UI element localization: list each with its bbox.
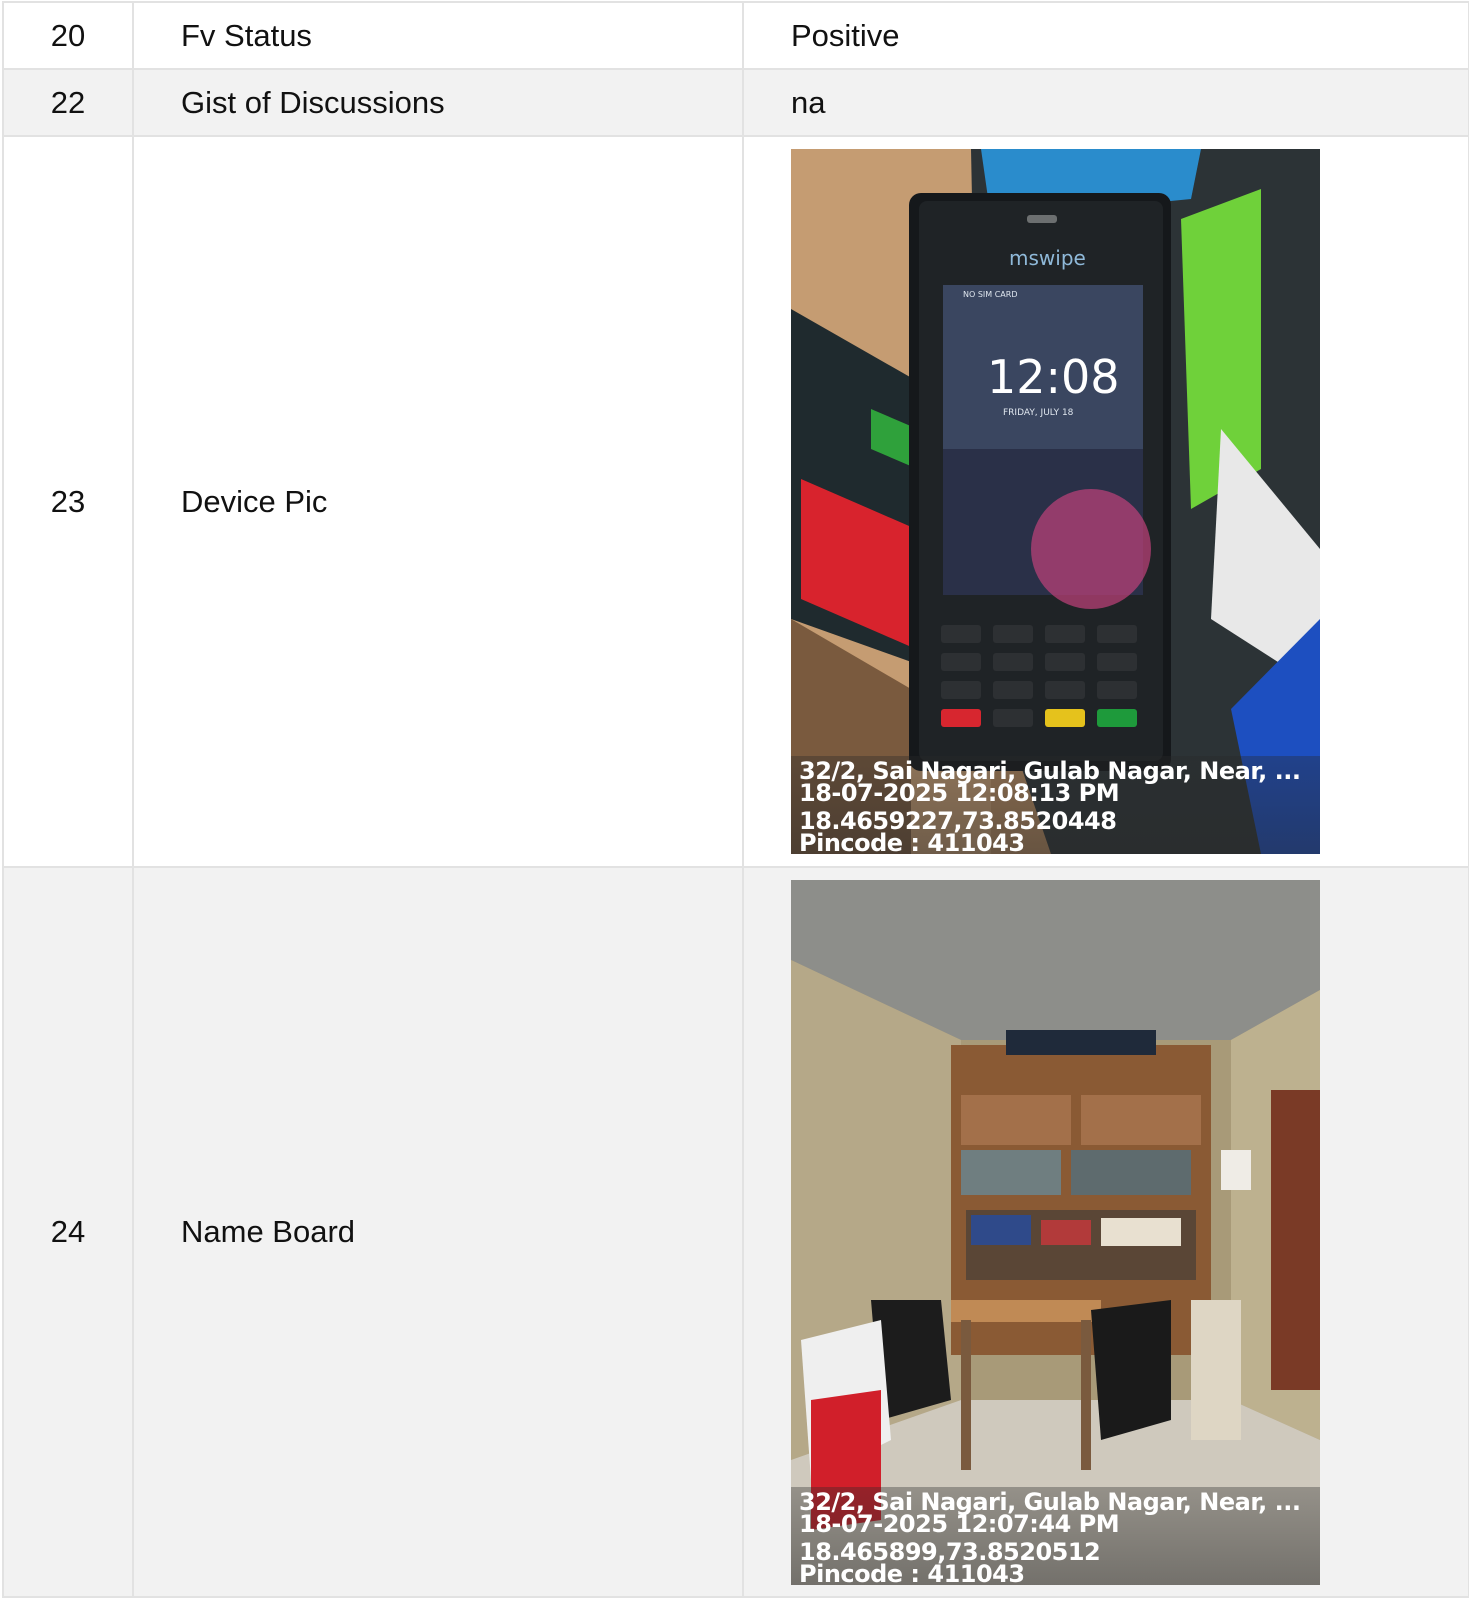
geo-datetime: 18-07-2025 12:08:13 PM — [799, 779, 1120, 807]
name-board-photo[interactable]: 32/2, Sai Nagari, Gulab Nagar, Near, ...… — [791, 879, 1320, 1585]
geo-pincode: Pincode : 411043 — [799, 829, 1025, 854]
field-value: 32/2, Sai Nagari, Gulab Nagar, Near, ...… — [742, 866, 1469, 1598]
field-label: Gist of Discussions — [132, 68, 744, 137]
field-label: Name Board — [132, 866, 744, 1598]
field-value: mswipe NO SIM CARD 12:08 FRIDAY, JULY 18 — [742, 135, 1469, 868]
field-label: Device Pic — [132, 135, 744, 868]
geo-tag-overlay: 32/2, Sai Nagari, Gulab Nagar, Near, ...… — [791, 756, 1320, 854]
table-row: 24 Name Board 32/2, Sai Nagari, Gulab Na… — [2, 866, 1469, 1598]
report-table: 20 Fv Status Positive 22 Gist of Discuss… — [2, 1, 1469, 1598]
shop-interior-photo-icon — [791, 879, 1320, 1585]
table-row: 23 Device Pic mswipe NO SIM CARD 12:08 F… — [2, 135, 1469, 868]
row-number: 20 — [2, 1, 134, 70]
geo-pincode: Pincode : 411043 — [799, 1559, 1025, 1585]
geo-datetime: 18-07-2025 12:07:44 PM — [799, 1509, 1120, 1538]
row-number: 23 — [2, 135, 134, 868]
table-row: 20 Fv Status Positive — [2, 1, 1469, 70]
row-number: 24 — [2, 866, 134, 1598]
geo-tag-overlay: 32/2, Sai Nagari, Gulab Nagar, Near, ...… — [791, 1486, 1320, 1585]
screen-date-text: FRIDAY, JULY 18 — [1003, 408, 1074, 418]
row-number: 22 — [2, 68, 134, 137]
screen-status-text: NO SIM CARD — [963, 290, 1017, 299]
field-value: na — [742, 68, 1469, 137]
card-terminal-photo-icon: mswipe NO SIM CARD 12:08 FRIDAY, JULY 18 — [791, 149, 1320, 854]
table-row: 22 Gist of Discussions na — [2, 68, 1469, 137]
field-value: Positive — [742, 1, 1469, 70]
device-photo[interactable]: mswipe NO SIM CARD 12:08 FRIDAY, JULY 18 — [791, 149, 1320, 854]
brand-text: mswipe — [1009, 246, 1086, 270]
field-label: Fv Status — [132, 1, 744, 70]
screen-time-text: 12:08 — [987, 350, 1120, 404]
